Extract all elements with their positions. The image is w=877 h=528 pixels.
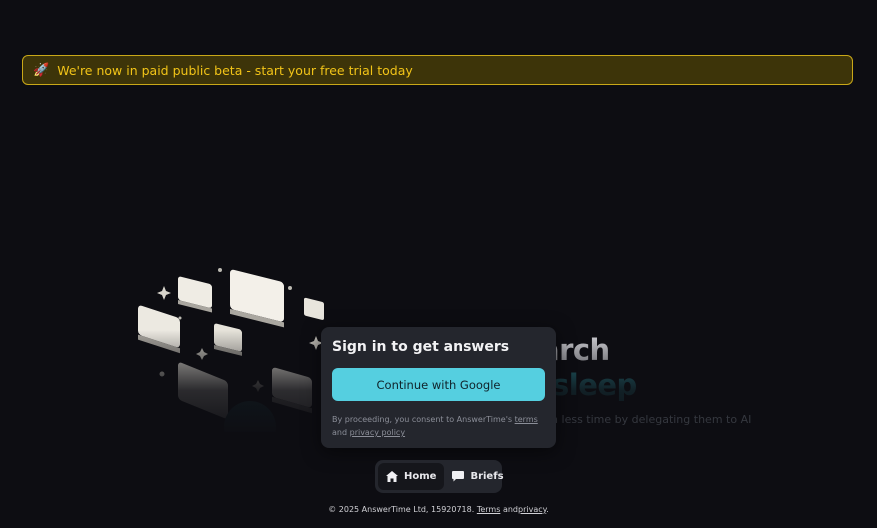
footer-and: and: [502, 505, 518, 514]
beta-banner[interactable]: 🚀 We're now in paid public beta - start …: [22, 55, 853, 85]
terms-link[interactable]: terms: [515, 415, 538, 424]
footer: © 2025 AnswerTime Ltd, 15920718. Terms a…: [0, 505, 877, 514]
continue-with-google-button[interactable]: Continue with Google: [332, 368, 545, 401]
dot: [218, 268, 222, 272]
bubble: [230, 269, 284, 328]
banner-text: We're now in paid public beta - start yo…: [57, 62, 413, 78]
sparkle-icon: [157, 286, 171, 300]
bubble: [178, 276, 212, 313]
home-icon: [386, 471, 398, 482]
dot: [178, 316, 182, 320]
consent-text: By proceeding, you consent to AnswerTime…: [332, 413, 547, 439]
footer-period: .: [546, 505, 549, 514]
consent-and: and: [332, 428, 348, 437]
nav-home-label: Home: [404, 471, 437, 482]
bubble: [304, 297, 324, 320]
modal-title: Sign in to get answers: [332, 339, 510, 355]
sign-in-modal: Sign in to get answers Continue with Goo…: [321, 327, 556, 448]
hero-subtitle: in less time by delegating them to AI: [548, 413, 752, 426]
chat-bubble-icon: [452, 471, 465, 482]
dot: [288, 286, 292, 290]
nav-briefs-label: Briefs: [470, 471, 504, 482]
footer-privacy-link[interactable]: privacy: [518, 505, 546, 514]
nav-home[interactable]: Home: [378, 463, 445, 490]
nav-briefs[interactable]: Briefs: [444, 463, 511, 490]
bottom-nav: Home Briefs: [375, 460, 504, 493]
footer-copyright: © 2025 AnswerTime Ltd, 15920718.: [328, 505, 475, 514]
rocket-icon: 🚀: [33, 62, 50, 78]
footer-terms-link[interactable]: Terms: [477, 505, 501, 514]
consent-prefix: By proceeding, you consent to AnswerTime…: [332, 415, 513, 424]
privacy-policy-link[interactable]: privacy policy: [350, 428, 405, 437]
